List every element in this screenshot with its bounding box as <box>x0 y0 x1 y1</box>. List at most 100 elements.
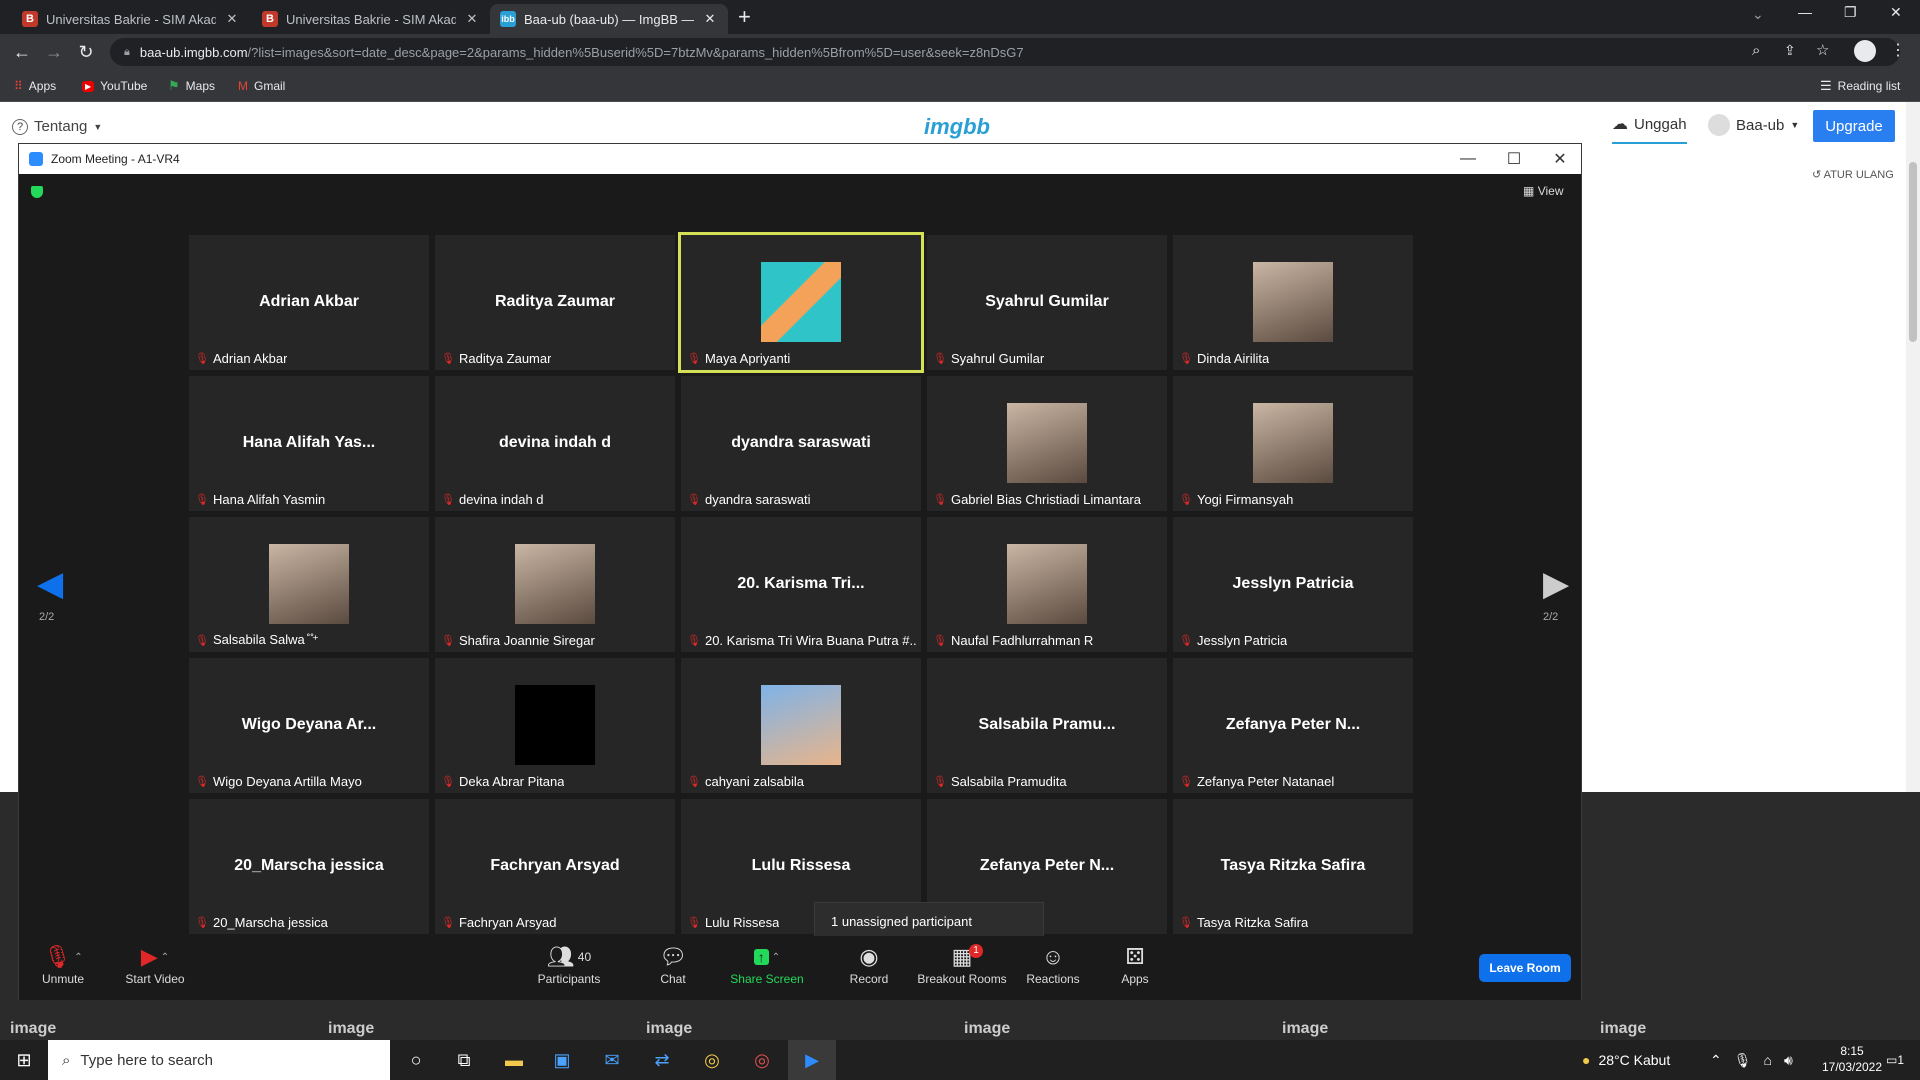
participant-name: Gabriel Bias Christiadi Limantara <box>950 492 1141 507</box>
close-tab-icon[interactable]: ✕ <box>224 11 240 27</box>
tab-search-icon[interactable]: ⌄ <box>1752 6 1764 23</box>
participant-tile[interactable]: Fachryan Arsyad 🎙︎ Fachryan Arsyad <box>435 799 675 934</box>
mail-icon[interactable]: ✉ <box>588 1040 636 1080</box>
browser-tab-3[interactable]: ibb Baa-ub (baa-ub) — ImgBB — Lar ✕ <box>490 4 728 34</box>
chrome-icon[interactable]: ◎ <box>688 1040 736 1080</box>
participant-tile[interactable]: dyandra saraswati 🎙︎ dyandra saraswati <box>681 376 921 511</box>
participant-tile[interactable]: Hana Alifah Yas... 🎙︎ Hana Alifah Yasmin <box>189 376 429 511</box>
share-screen-button[interactable]: ↑ ⌃ Share Screen <box>727 942 807 986</box>
zoom-minimize-icon[interactable]: — <box>1445 144 1491 174</box>
participant-tile[interactable]: Raditya Zaumar 🎙︎ Raditya Zaumar <box>435 235 675 370</box>
chat-button[interactable]: 💬︎ Chat <box>633 942 713 986</box>
participant-tile[interactable]: Salsabila Pramu... 🎙︎ Salsabila Pramudita <box>927 658 1167 793</box>
bookmark-youtube[interactable]: ▶ YouTube <box>82 70 147 102</box>
previous-page-arrow[interactable]: ◀ <box>37 564 63 604</box>
participant-tile[interactable]: 🎙︎ Gabriel Bias Christiadi Limantara <box>927 376 1167 511</box>
upload-button[interactable]: ☁ Unggah <box>1612 114 1687 144</box>
reload-icon[interactable]: ↻ <box>72 34 100 70</box>
participant-tile[interactable]: 🎙︎ Naufal Fadhlurrahman R <box>927 517 1167 652</box>
tentang-menu[interactable]: ? Tentang ▼ <box>12 118 102 135</box>
participant-tile[interactable]: Tasya Ritzka Safira 🎙︎ Tasya Ritzka Safira <box>1173 799 1413 934</box>
participant-tile[interactable]: 🎙︎ Salsabila Salwa ̊ ̊⁺ <box>189 517 429 652</box>
more-menu-icon[interactable]: ⋮ <box>1890 40 1906 60</box>
view-button[interactable]: ▦ View <box>1523 184 1563 198</box>
record-button[interactable]: ◉ Record <box>829 942 909 986</box>
cortana-icon[interactable]: ○ <box>392 1040 440 1080</box>
notification-center[interactable]: ▭ 1 <box>1886 1040 1904 1080</box>
participant-tile[interactable]: 🎙︎ Deka Abrar Pitana <box>435 658 675 793</box>
reactions-button[interactable]: ☺︎ Reactions <box>1013 942 1093 986</box>
profile-avatar[interactable] <box>1854 40 1876 62</box>
scrollbar-thumb[interactable] <box>1909 162 1917 342</box>
participant-tile[interactable]: 🎙︎ Shafira Joannie Siregar <box>435 517 675 652</box>
breakout-rooms-button[interactable]: ▦ 1 Breakout Rooms <box>907 942 1017 986</box>
participant-tile[interactable]: 🎙︎ Yogi Firmansyah <box>1173 376 1413 511</box>
participant-tile[interactable]: 🎙︎ cahyani zalsabila <box>681 658 921 793</box>
reset-button[interactable]: ↺ ATUR ULANG <box>1812 168 1894 181</box>
upgrade-button[interactable]: Upgrade <box>1813 110 1895 142</box>
restore-icon[interactable]: ❐ <box>1844 4 1857 21</box>
back-icon[interactable]: ← <box>8 34 36 70</box>
task-view-icon[interactable]: ⧉ <box>440 1040 488 1080</box>
unmute-button[interactable]: 🎙︎ ⌃ Unmute <box>23 942 103 986</box>
participants-label: Participants <box>537 972 601 986</box>
new-tab-icon[interactable]: + <box>738 4 751 30</box>
next-page-arrow[interactable]: ▶ <box>1543 564 1569 604</box>
participant-tile[interactable]: Wigo Deyana Ar... 🎙︎ Wigo Deyana Artilla M… <box>189 658 429 793</box>
bookmark-apps[interactable]: ⠿ Apps <box>14 70 56 102</box>
participants-button[interactable]: 👥︎ 40 Participants <box>529 942 609 986</box>
participant-tile[interactable]: 🎙︎ Dinda Airilita <box>1173 235 1413 370</box>
bookmark-maps[interactable]: ⚑ Maps <box>168 70 215 102</box>
address-bar[interactable]: 🔒︎ baa-ub.imgbb.com/?list=images&sort=da… <box>110 38 1900 66</box>
share-icon[interactable]: ⇪ <box>1784 42 1796 59</box>
participant-tile[interactable]: Jesslyn Patricia 🎙︎ Jesslyn Patricia <box>1173 517 1413 652</box>
participant-name-label: 🎙︎ devina indah d <box>441 492 544 507</box>
weather-label: 28°C Kabut <box>1598 1052 1671 1068</box>
browser-tab-1[interactable]: B Universitas Bakrie - SIM Akadem ✕ <box>12 4 250 34</box>
close-window-icon[interactable]: ✕ <box>1890 4 1902 21</box>
start-video-button[interactable]: ▶︎ ⌃ Start Video <box>115 942 195 986</box>
caret-up-icon[interactable]: ⌃ <box>161 952 169 963</box>
close-tab-icon[interactable]: ✕ <box>464 11 480 27</box>
apps-button[interactable]: ⚄ Apps <box>1095 942 1175 986</box>
tray-overflow-icon[interactable]: ⌃ <box>1710 1052 1722 1069</box>
participant-tile[interactable]: devina indah d 🎙︎ devina indah d <box>435 376 675 511</box>
minimize-icon[interactable]: — <box>1798 4 1812 20</box>
encryption-shield-icon[interactable] <box>31 186 43 198</box>
store-icon[interactable]: ▣ <box>538 1040 586 1080</box>
browser-tab-2[interactable]: B Universitas Bakrie - SIM Akadem ✕ <box>252 4 490 34</box>
zoom-close-icon[interactable]: ✕ <box>1537 144 1583 174</box>
clock[interactable]: 8:15 17/03/2022 <box>1812 1043 1892 1075</box>
caret-up-icon[interactable]: ⌃ <box>772 952 780 963</box>
leave-room-button[interactable]: Leave Room <box>1479 954 1571 982</box>
participant-tile[interactable]: 🎙︎ Maya Apriyanti <box>678 232 924 373</box>
teamviewer-icon[interactable]: ⇄ <box>638 1040 686 1080</box>
page-scrollbar[interactable] <box>1906 102 1920 792</box>
windows-taskbar: ⊞ ⌕ Type here to search ○ ⧉ ▬ ▣ ✉ ⇄ ◎ ◎ … <box>0 1040 1920 1080</box>
participant-tile[interactable]: Adrian Akbar 🎙︎ Adrian Akbar <box>189 235 429 370</box>
close-tab-icon[interactable]: ✕ <box>702 11 718 27</box>
bookmark-star-icon[interactable]: ☆ <box>1816 41 1829 59</box>
participant-tile[interactable]: Zefanya Peter N... 🎙︎ Zefanya Peter Natana… <box>1173 658 1413 793</box>
user-menu[interactable]: Baa-ub ▼ <box>1708 114 1799 136</box>
participant-tile[interactable]: Syahrul Gumilar 🎙︎ Syahrul Gumilar <box>927 235 1167 370</box>
zoom-search-icon[interactable]: ⌕ <box>1752 42 1760 59</box>
microphone-icon[interactable]: 🎙︎ <box>1734 1052 1752 1069</box>
forward-icon[interactable]: → <box>40 34 68 70</box>
zoom-taskbar-icon[interactable]: ▶ <box>788 1040 836 1080</box>
weather-widget[interactable]: ● 28°C Kabut <box>1582 1040 1670 1080</box>
taskbar-search[interactable]: ⌕ Type here to search <box>48 1040 390 1080</box>
chrome-profile-icon[interactable]: ◎ <box>738 1040 786 1080</box>
bookmark-gmail[interactable]: M Gmail <box>238 70 285 102</box>
participant-tile[interactable]: 20. Karisma Tri... 🎙︎ 20. Karisma Tri Wira… <box>681 517 921 652</box>
participant-tile[interactable]: 20_Marscha jessica 🎙︎ 20_Marscha jessica <box>189 799 429 934</box>
caret-up-icon[interactable]: ⌃ <box>74 952 82 963</box>
file-explorer-icon[interactable]: ▬ <box>490 1040 538 1080</box>
network-icon[interactable]: ⌂ <box>1764 1052 1772 1068</box>
imgbb-logo[interactable]: imgbb <box>924 114 990 140</box>
reading-list[interactable]: ☰ Reading list <box>1820 70 1900 102</box>
volume-icon[interactable]: 🔊︎ <box>1784 1052 1793 1069</box>
windows-start-icon[interactable]: ⊞ <box>0 1040 48 1080</box>
participant-name-label: 🎙︎ Yogi Firmansyah <box>1179 492 1293 507</box>
zoom-maximize-icon[interactable]: ☐ <box>1491 144 1537 174</box>
